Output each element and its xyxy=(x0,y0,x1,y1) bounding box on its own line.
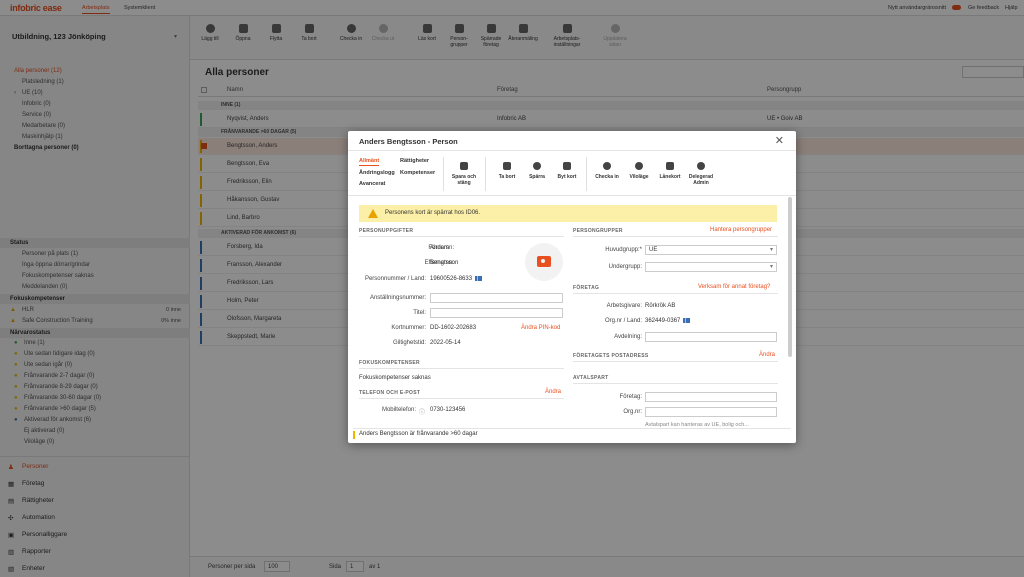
dialog-title: Anders Bengtsson - Person xyxy=(359,137,458,146)
change-card-button[interactable]: Byt kort xyxy=(552,162,582,180)
camera-icon xyxy=(537,256,551,267)
contract-company-input[interactable] xyxy=(645,392,777,402)
section-personal: PERSONUPPGIFTER xyxy=(359,228,414,234)
department-input[interactable] xyxy=(645,332,777,342)
edit-contact-link[interactable]: Ändra xyxy=(545,389,561,395)
sweden-flag-icon xyxy=(683,318,691,323)
last-name-value: Bengtsson xyxy=(430,260,459,266)
tab-general[interactable]: Allmänt xyxy=(359,158,379,164)
tab-advanced[interactable]: Avancerat xyxy=(359,181,385,187)
contract-company-label: Företag: xyxy=(619,394,642,400)
department-label: Avdelning: xyxy=(614,334,642,340)
section-focus: FOKUSKOMPETENSER xyxy=(359,360,420,366)
sub-group-label: Undergrupp: xyxy=(608,264,642,270)
pnr-value: 19600526-8633 xyxy=(430,276,483,282)
dialog-toolbar: Allmänt Rättigheter Ändringslogg Kompete… xyxy=(348,150,796,196)
main-group-label: Huvudgrupp:* xyxy=(605,247,642,253)
employee-number-label: Anställningsnummer: xyxy=(369,295,426,301)
delete-person-button[interactable]: Ta bort xyxy=(492,162,522,180)
tab-rights[interactable]: Rättigheter xyxy=(400,158,429,164)
mobile-value: 0730-123456 xyxy=(430,407,466,413)
save-icon xyxy=(460,162,468,170)
title-input[interactable] xyxy=(430,308,563,318)
valid-until-value: 2022-05-14 xyxy=(430,340,461,346)
close-icon[interactable]: ✕ xyxy=(775,134,784,147)
employer-value: Rörkrök AB xyxy=(645,303,676,309)
card-number-value: DD-1602-202683 xyxy=(430,325,477,331)
delegated-admin-button[interactable]: Delegerad Admin xyxy=(686,162,716,186)
tab-competences[interactable]: Kompetenser xyxy=(400,170,435,176)
trash-icon xyxy=(503,162,511,170)
org-value: 362449-0367 xyxy=(645,318,691,324)
edit-postal-link[interactable]: Ändra xyxy=(759,352,775,358)
change-pin-link[interactable]: Ändra PIN-kod xyxy=(521,325,560,331)
section-contact: TELEFON OCH E-POST xyxy=(359,390,421,396)
alert-text: Personens kort är spärrat hos ID06. xyxy=(385,210,481,216)
section-company: FÖRETAG xyxy=(573,285,600,291)
pnr-label: Personnummer / Land: xyxy=(364,276,426,282)
loan-card-button[interactable]: Lånekort xyxy=(655,162,685,180)
section-contract: AVTALSPART xyxy=(573,375,609,381)
section-postal: FÖRETAGETS POSTADRESS xyxy=(573,353,649,359)
pause-icon xyxy=(635,162,643,170)
info-icon[interactable]: ⓘ xyxy=(419,407,425,416)
admin-icon xyxy=(697,162,705,170)
title-label: Titel: xyxy=(413,310,426,316)
manage-groups-link[interactable]: Hantera persongrupper xyxy=(710,227,772,233)
employer-label: Arbetsgivare: xyxy=(606,303,642,309)
employee-number-input[interactable] xyxy=(430,293,563,303)
card-number-label: Kortnummer: xyxy=(391,325,426,331)
save-close-button[interactable]: Spara och stäng xyxy=(449,162,479,186)
contract-org-label: Org.nr: xyxy=(623,409,642,415)
footer-status: Anders Bengtsson är frånvarande >60 daga… xyxy=(359,431,478,437)
check-icon xyxy=(603,162,611,170)
sleep-mode-button[interactable]: Viloläge xyxy=(624,162,654,180)
block-button[interactable]: Spärra xyxy=(522,162,552,180)
first-name-value: Anders xyxy=(430,245,450,251)
photo-placeholder[interactable] xyxy=(525,243,563,281)
block-icon xyxy=(533,162,541,170)
scrollbar[interactable] xyxy=(788,197,792,357)
valid-until-label: Giltighetstid: xyxy=(392,340,426,346)
mobile-label: Mobiltelefon: xyxy=(381,407,416,413)
loan-card-icon xyxy=(666,162,674,170)
card-icon xyxy=(563,162,571,170)
other-company-link[interactable]: Verksam för annat företag? xyxy=(698,284,770,290)
tab-changelog[interactable]: Ändringslogg xyxy=(359,170,395,176)
person-dialog: Anders Bengtsson - Person ✕ Allmänt Rätt… xyxy=(348,131,796,443)
sub-group-select[interactable]: ▾ xyxy=(645,262,777,272)
warning-icon xyxy=(368,209,378,218)
focus-text: Fokuskompetenser saknas xyxy=(359,375,431,381)
org-label: Org.nr / Land: xyxy=(604,318,642,324)
sweden-flag-icon xyxy=(475,276,483,281)
main-group-select[interactable]: UE ▾ xyxy=(645,245,777,255)
checkin-person-button[interactable]: Checka in xyxy=(592,162,622,180)
dialog-footer: Anders Bengtsson är frånvarande >60 daga… xyxy=(353,428,791,439)
section-groups: PERSONGRUPPER xyxy=(573,228,623,234)
contract-org-input[interactable] xyxy=(645,407,777,417)
alert-banner: Personens kort är spärrat hos ID06. xyxy=(359,205,777,222)
